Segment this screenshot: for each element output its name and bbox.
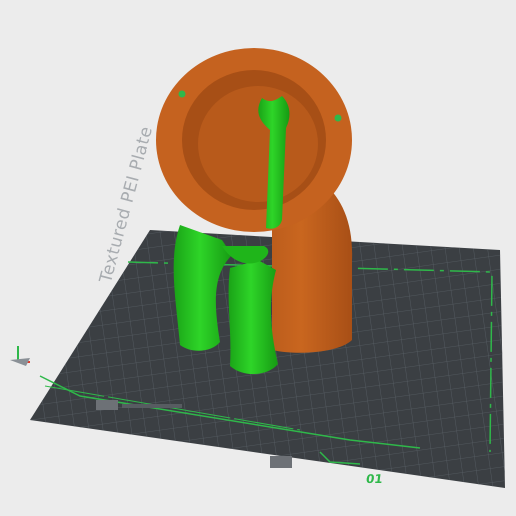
- scene-svg: [10, 48, 505, 488]
- plate-id-badge: [270, 456, 292, 468]
- support-leg-right: [228, 260, 278, 375]
- origin-marker: [10, 358, 30, 366]
- plate-logo: [96, 400, 118, 410]
- plate-number[interactable]: 01: [365, 472, 384, 486]
- plate-logo-text: [122, 404, 182, 408]
- 3d-viewport[interactable]: Textured PEI Plate 01: [0, 0, 516, 516]
- rim-hole: [334, 114, 342, 122]
- elbow-inner-wall: [198, 86, 318, 202]
- rim-hole: [178, 90, 186, 98]
